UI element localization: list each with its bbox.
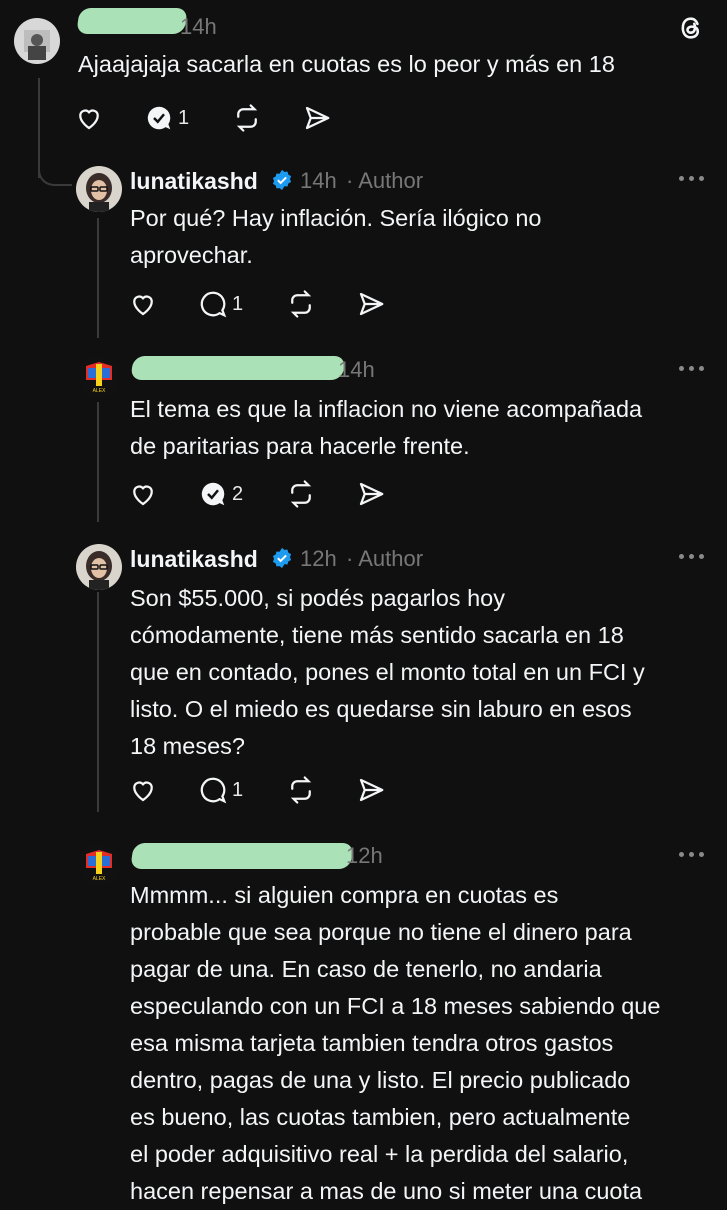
repost-button[interactable]	[286, 774, 316, 806]
more-options-icon[interactable]	[679, 366, 705, 374]
post-text: El tema es que la inflacion no viene aco…	[130, 396, 643, 459]
reply-count: 1	[232, 778, 244, 801]
share-button[interactable]	[302, 102, 332, 134]
username-redaction	[76, 8, 188, 34]
like-button[interactable]	[128, 774, 158, 806]
send-icon	[359, 292, 384, 316]
reply-check-icon	[147, 106, 171, 130]
svg-text:ALEX: ALEX	[93, 876, 106, 882]
repost-icon	[290, 480, 312, 508]
avatar[interactable]: ALEX	[78, 844, 120, 886]
reply-count: 1	[178, 106, 190, 129]
post-text: Ajaajajaja sacarla en cuotas es lo peor …	[78, 51, 615, 77]
repost-icon	[290, 776, 312, 804]
thread-connector-curve	[38, 160, 72, 186]
verified-badge-icon	[272, 169, 292, 191]
post-time: 14h	[300, 168, 337, 193]
send-icon	[305, 106, 330, 130]
reply-count: 1	[232, 292, 244, 315]
more-options-icon[interactable]	[679, 176, 705, 184]
more-options-icon[interactable]	[679, 852, 705, 860]
reply-button[interactable]: 1	[198, 774, 243, 806]
post-actions: 1	[74, 102, 374, 134]
repost-button[interactable]	[232, 102, 262, 134]
reply-button[interactable]: 1	[144, 102, 189, 134]
share-button[interactable]	[356, 774, 386, 806]
reply-rail	[97, 218, 99, 338]
avatar[interactable]: ALEX	[78, 356, 120, 398]
post-time: 12h	[346, 843, 383, 868]
send-icon	[359, 482, 384, 506]
username[interactable]: lunatikashd	[130, 546, 258, 573]
username[interactable]: lunatikashd	[130, 168, 258, 195]
author-tag: · Author	[346, 168, 424, 193]
heart-icon	[133, 781, 153, 802]
like-button[interactable]	[74, 102, 104, 134]
share-button[interactable]	[356, 478, 386, 510]
svg-text:ALEX: ALEX	[93, 388, 106, 394]
post-actions: 2	[128, 478, 428, 510]
repost-icon	[236, 104, 258, 132]
send-icon	[359, 778, 384, 802]
reply-button[interactable]: 2	[198, 478, 243, 510]
reply-check-icon	[201, 482, 225, 506]
repost-icon	[290, 290, 312, 318]
post-text: Por qué? Hay inflación. Sería ilógico no…	[130, 205, 542, 268]
post-actions: 1	[128, 288, 428, 320]
post-time: 14h	[180, 14, 217, 39]
like-button[interactable]	[128, 478, 158, 510]
post-time: 12h	[300, 546, 337, 571]
username-redaction	[130, 843, 354, 869]
avatar[interactable]	[76, 166, 122, 212]
post-text: Son $55.000, si podés pagarlos hoy cómod…	[130, 585, 645, 759]
heart-icon	[133, 295, 153, 316]
heart-icon	[133, 485, 153, 506]
verified-badge-icon	[272, 547, 292, 569]
reply-icon	[200, 777, 227, 804]
avatar[interactable]	[76, 544, 122, 590]
avatar[interactable]	[14, 18, 60, 64]
like-button[interactable]	[128, 288, 158, 320]
reply-icon	[200, 291, 227, 318]
post-actions: 1	[128, 774, 428, 806]
reply-rail	[97, 402, 99, 522]
username-redaction	[130, 356, 346, 380]
post-text: Mmmm... si alguien compra en cuotas es p…	[130, 882, 661, 1204]
author-tag: · Author	[346, 546, 424, 571]
post-time: 14h	[338, 357, 375, 382]
reply-rail	[97, 592, 99, 812]
heart-icon	[79, 109, 99, 130]
repost-button[interactable]	[286, 288, 316, 320]
reply-button[interactable]: 1	[198, 288, 243, 320]
reply-count: 2	[232, 482, 244, 505]
more-options-icon[interactable]	[679, 554, 705, 562]
share-button[interactable]	[356, 288, 386, 320]
threads-logo-icon[interactable]	[677, 14, 705, 42]
repost-button[interactable]	[286, 478, 316, 510]
